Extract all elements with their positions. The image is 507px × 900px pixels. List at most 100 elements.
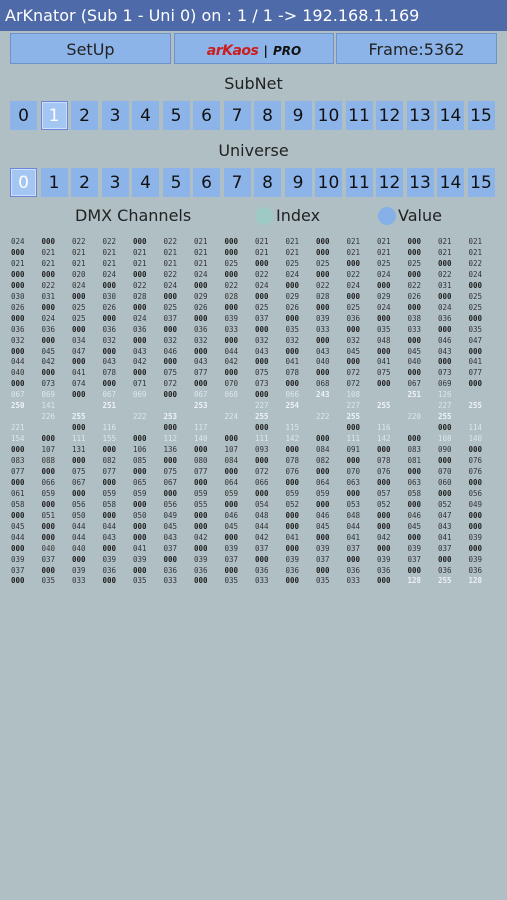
universe-button-14[interactable]: 14	[437, 168, 464, 197]
dmx-channel-value: 054	[255, 499, 269, 509]
universe-button-11[interactable]: 11	[345, 168, 373, 197]
dmx-channel-value: 039	[11, 554, 25, 564]
subnet-button-3[interactable]: 3	[101, 101, 129, 130]
subnet-button-14[interactable]: 14	[437, 101, 464, 130]
dmx-channel-value: 000	[41, 532, 56, 542]
dmx-channel-value: 000	[72, 324, 86, 334]
dmx-channel-value: 221	[11, 423, 25, 433]
universe-button-4[interactable]: 4	[132, 168, 159, 197]
dmx-channel-value: 044	[11, 357, 25, 367]
dmx-channel-value: 000	[377, 280, 391, 290]
universe-button-13[interactable]: 13	[406, 168, 434, 197]
universe-button-8[interactable]: 8	[254, 168, 281, 197]
dmx-channel-value: 041	[468, 357, 483, 367]
subnet-button-4[interactable]: 4	[132, 101, 159, 130]
dmx-channel-value: 070	[224, 379, 239, 389]
subnet-button-11[interactable]: 11	[345, 101, 373, 130]
universe-button-15[interactable]: 15	[467, 168, 495, 197]
dmx-channel-value: 021	[285, 247, 300, 257]
universe-button-3[interactable]: 3	[101, 168, 129, 197]
dmx-channel-value: 047	[468, 335, 483, 345]
index-radio-icon[interactable]	[255, 207, 273, 225]
value-label[interactable]: Value	[398, 206, 442, 225]
universe-button-9[interactable]: 9	[284, 168, 312, 197]
dmx-channel-value: 039	[316, 313, 330, 323]
dmx-channel-value: 036	[194, 565, 208, 575]
dmx-channel-value: 000	[11, 280, 25, 290]
dmx-channel-value: 000	[102, 346, 117, 356]
dmx-channel-value: 044	[224, 346, 239, 356]
subnet-button-7[interactable]: 7	[223, 101, 251, 130]
subnet-button-13[interactable]: 13	[406, 101, 434, 130]
subnet-button-2[interactable]: 2	[71, 101, 98, 130]
dmx-channel-value: 043	[163, 532, 178, 542]
dmx-channel-value: 022	[41, 280, 56, 290]
index-label[interactable]: Index	[276, 206, 320, 225]
dmx-channel-value: 058	[11, 499, 25, 509]
dmx-channel-value: 227	[346, 401, 361, 411]
dmx-channel-value: 073	[255, 379, 269, 389]
dmx-channel-value: 063	[407, 477, 422, 487]
dmx-channel-value: 000	[224, 269, 239, 279]
dmx-channel-value: 115	[285, 423, 300, 433]
dmx-channel-value: 000	[468, 280, 483, 290]
dmx-channel-value: 043	[255, 346, 269, 356]
setup-button[interactable]: SetUp	[10, 33, 171, 64]
universe-button-0[interactable]: 0	[10, 168, 37, 197]
dmx-channel-value: 052	[377, 499, 391, 509]
universe-button-6[interactable]: 6	[193, 168, 220, 197]
universe-button-5[interactable]: 5	[162, 168, 190, 197]
subnet-button-12[interactable]: 12	[376, 101, 403, 130]
dmx-channel-value: 037	[163, 313, 178, 323]
dmx-channel-value: 000	[255, 456, 269, 465]
dmx-channel-value: 000	[377, 521, 391, 531]
dmx-channel-value: 255	[377, 401, 391, 411]
dmx-channel-value: 059	[133, 488, 147, 498]
dmx-channel-value: 039	[407, 543, 422, 553]
dmx-channel-value: 021	[377, 247, 391, 257]
dmx-channel-value: 021	[255, 237, 269, 246]
dmx-channel-value: 128	[468, 576, 483, 586]
dmx-channel-value: 000	[72, 357, 86, 367]
subnet-button-15[interactable]: 15	[467, 101, 495, 130]
dmx-channel-value: 033	[224, 324, 239, 334]
dmx-channel-value: 078	[285, 368, 300, 378]
dmx-channel-value: 082	[316, 456, 330, 465]
dmx-channel-value: 243	[316, 390, 330, 400]
dmx-channel-value: 000	[224, 247, 239, 257]
dmx-channel-value: 000	[316, 499, 330, 509]
dmx-channel-value: 000	[346, 456, 361, 465]
dmx-channel-value: 078	[102, 368, 117, 378]
universe-button-10[interactable]: 10	[315, 168, 342, 197]
dmx-channel-value: 000	[438, 357, 452, 367]
dmx-channel-value: 046	[438, 335, 452, 345]
dmx-channel-value: 045	[163, 521, 178, 531]
subnet-button-8[interactable]: 8	[254, 101, 281, 130]
dmx-channel-value: 056	[163, 499, 178, 509]
subnet-button-9[interactable]: 9	[284, 101, 312, 130]
dmx-channel-value: 047	[438, 510, 452, 520]
dmx-channel-value: 049	[163, 510, 178, 520]
subnet-button-10[interactable]: 10	[315, 101, 342, 130]
dmx-channel-value: 000	[468, 510, 483, 520]
universe-button-2[interactable]: 2	[71, 168, 98, 197]
dmx-channel-value: 220	[407, 412, 422, 422]
subnet-button-5[interactable]: 5	[162, 101, 190, 130]
dmx-channel-value: 035	[316, 576, 330, 586]
universe-button-12[interactable]: 12	[376, 168, 403, 197]
arkaos-logo-button[interactable]: arKaos | PRO	[174, 33, 334, 64]
dmx-channel-value: 060	[438, 477, 452, 487]
dmx-channel-value: 041	[133, 543, 147, 553]
dmx-channel-value: 036	[102, 565, 117, 575]
universe-button-7[interactable]: 7	[223, 168, 251, 197]
dmx-channel-value: 045	[224, 521, 239, 531]
dmx-channel-value: 000	[346, 423, 361, 433]
subnet-button-1[interactable]: 1	[40, 101, 68, 130]
dmx-channel-value: 040	[11, 368, 25, 378]
dmx-channel-value: 037	[255, 313, 269, 323]
dmx-channel-value: 000	[377, 477, 391, 487]
universe-button-1[interactable]: 1	[40, 168, 68, 197]
value-radio-icon[interactable]	[378, 207, 396, 225]
subnet-button-6[interactable]: 6	[193, 101, 220, 130]
subnet-button-0[interactable]: 0	[10, 101, 37, 130]
